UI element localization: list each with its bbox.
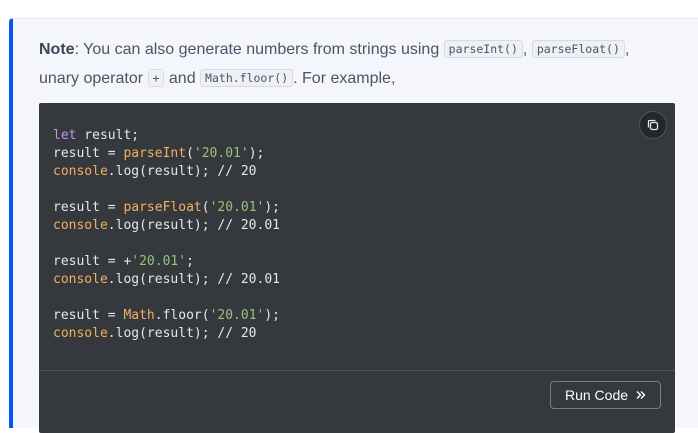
note-callout: Note: You can also generate numbers from… — [9, 18, 698, 433]
code-token: result = — [53, 146, 124, 161]
note-sep-1: , — [522, 41, 532, 58]
code-footer: Run Code — [39, 370, 675, 433]
code-token: // 20.01 — [217, 272, 280, 287]
code-content: let result; result = parseInt('20.01'); co… — [53, 127, 280, 343]
code-token: parseFloat — [123, 200, 202, 215]
code-token: '20.01' — [193, 146, 249, 161]
inline-code-parsefloat: parseFloat() — [531, 40, 625, 58]
code-token: ); — [248, 146, 265, 161]
code-token: .log(result); — [107, 272, 218, 287]
code-token: ); — [264, 308, 281, 323]
copy-icon — [647, 119, 659, 131]
code-token: ; — [186, 254, 194, 269]
code-line: result = parseInt('20.01'); — [53, 145, 280, 163]
note-text-1: : You can also generate numbers from str… — [74, 41, 444, 58]
inline-code-parseint: parseInt() — [443, 40, 523, 58]
code-token: Math — [123, 308, 155, 323]
code-token: '20.01' — [131, 254, 187, 269]
code-token: .floor( — [154, 308, 210, 323]
run-code-label: Run Code — [564, 387, 629, 403]
code-token: parseInt — [123, 146, 187, 161]
code-token: console — [53, 272, 108, 287]
code-token: result = + — [53, 254, 132, 269]
code-token: ( — [186, 146, 194, 161]
code-block: let result; result = parseInt('20.01'); co… — [39, 103, 675, 433]
code-line: console.log(result); // 20 — [53, 163, 280, 181]
code-token: // 20 — [217, 164, 257, 179]
code-token: result = — [53, 308, 124, 323]
note-label: Note — [39, 41, 75, 58]
code-token: ); — [264, 200, 281, 215]
code-token: console — [53, 164, 108, 179]
code-token: '20.01' — [209, 308, 265, 323]
inline-code-plus: + — [147, 69, 165, 87]
code-line: console.log(result); // 20 — [53, 325, 280, 343]
code-token: ( — [201, 200, 210, 215]
code-token: console — [53, 218, 108, 233]
copy-button[interactable] — [639, 111, 667, 139]
code-line: console.log(result); // 20.01 — [53, 217, 280, 235]
code-token: // 20.01 — [217, 218, 280, 233]
code-token: result = — [53, 200, 124, 215]
code-line: result = parseFloat('20.01'); — [53, 199, 280, 217]
code-line: result = +'20.01'; — [53, 253, 280, 271]
note-text-4: . For example, — [293, 70, 396, 87]
note-text-3: and — [164, 70, 201, 87]
code-token: .log(result); — [107, 164, 218, 179]
code-line: let result; — [53, 127, 280, 145]
code-token: '20.01' — [209, 200, 265, 215]
code-token: console — [53, 326, 108, 341]
code-token: .log(result); — [107, 218, 218, 233]
note-paragraph: Note: You can also generate numbers from… — [39, 35, 689, 93]
code-line: console.log(result); // 20.01 — [53, 271, 280, 289]
run-code-button[interactable]: Run Code — [550, 381, 661, 409]
double-chevron-right-icon — [636, 391, 646, 399]
code-token: result; — [76, 128, 140, 143]
note-text-2: unary operator — [39, 70, 148, 87]
code-token: let — [53, 128, 77, 143]
code-line: result = Math.floor('20.01'); — [53, 307, 280, 325]
code-token: // 20 — [217, 326, 257, 341]
inline-code-math-floor: Math.floor() — [200, 69, 294, 87]
note-sep-2: , — [624, 41, 630, 58]
code-token: .log(result); — [107, 326, 218, 341]
